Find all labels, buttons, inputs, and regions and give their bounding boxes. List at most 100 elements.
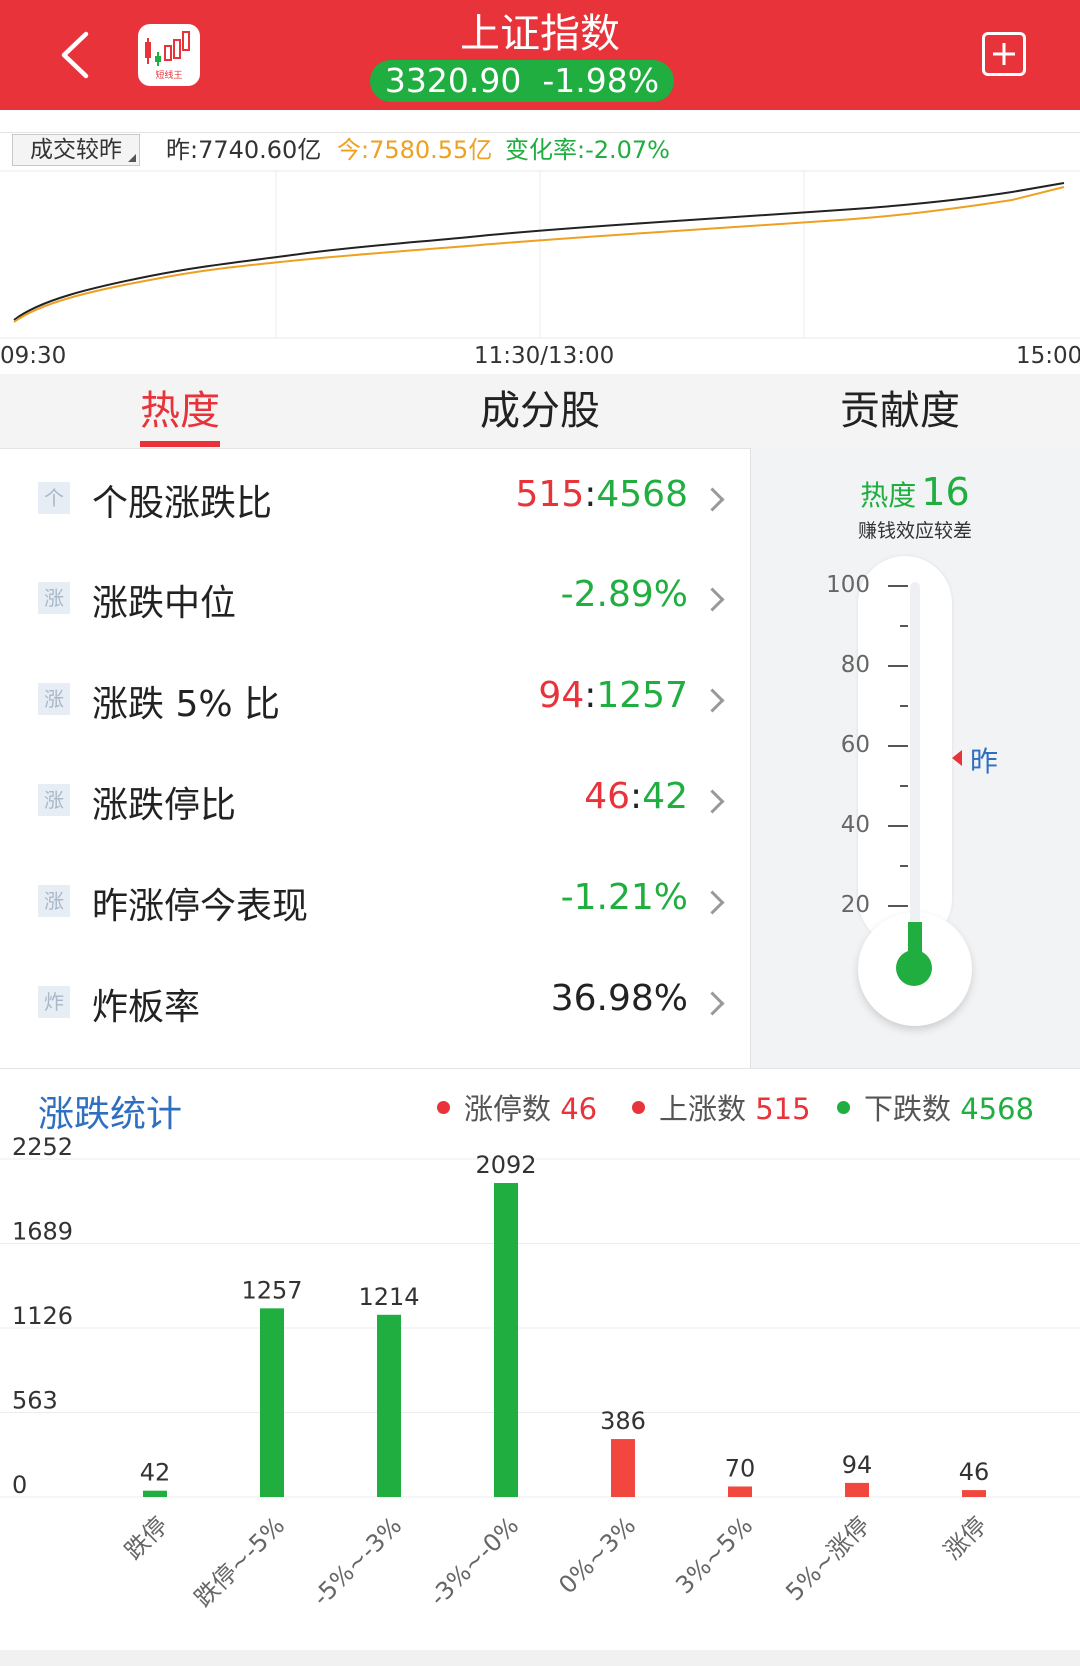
y-tick-label: 1126 (12, 1302, 73, 1330)
bar-value-label: 386 (600, 1407, 646, 1435)
stat-value-up: 94 (538, 675, 585, 716)
thermo-scale-20: 20 (840, 892, 870, 918)
volume-line-chart (0, 170, 1080, 339)
bar (611, 1439, 635, 1497)
stat-icon: 个 (38, 482, 70, 514)
bottom-strip (0, 1650, 1080, 1666)
bar (845, 1482, 869, 1497)
bar (377, 1314, 401, 1497)
bar (728, 1486, 752, 1497)
x-tick-label: 涨停 (939, 1511, 993, 1565)
thermo-scale-100: 100 (826, 572, 870, 598)
x-tick-label: 5%~涨停 (780, 1511, 875, 1606)
stat-value: 46:42 (584, 776, 688, 817)
legend-up: 上涨数 515 (659, 1086, 811, 1128)
list-item[interactable]: 涨 涨跌停比 46:42 (0, 751, 750, 851)
tab-contribution[interactable]: 贡献度 (830, 385, 970, 437)
app-logo[interactable]: 短线王 (138, 24, 200, 86)
section-divider (0, 1068, 1080, 1069)
legend-down: 下跌数 4568 (864, 1086, 1034, 1128)
list-item[interactable]: 涨 涨跌中位 -2.89% (0, 549, 750, 649)
heat-score: 热度 16 (750, 470, 1080, 514)
legend-value: 4568 (960, 1092, 1035, 1126)
y-tick-label: 0 (12, 1471, 27, 1499)
stat-value: 94:1257 (538, 675, 688, 716)
divider (0, 132, 1080, 133)
active-tab-indicator (140, 441, 220, 447)
list-item[interactable]: 炸 炸板率 36.98% (0, 953, 750, 1053)
yesterday-volume-line (13, 182, 1065, 321)
legend-dot-up (632, 1101, 645, 1114)
chevron-right-icon (700, 688, 725, 713)
stat-value: -1.21% (560, 877, 688, 918)
stat-label: 涨跌停比 (92, 785, 237, 826)
thermometer-ticks (888, 585, 908, 907)
bar-value-label: 70 (725, 1454, 756, 1482)
time-label-close: 15:00 (1016, 343, 1080, 369)
stat-label: 个股涨跌比 (92, 483, 273, 524)
stats-list: 个 个股涨跌比 515:4568 涨 涨跌中位 -2.89% 涨 涨跌 5% 比… (0, 448, 750, 1068)
thermo-scale-80: 80 (840, 652, 870, 678)
stat-value: -2.89% (560, 574, 688, 615)
bar-value-label: 2092 (475, 1151, 536, 1179)
back-button[interactable] (48, 20, 108, 90)
stat-icon: 涨 (38, 582, 70, 614)
x-tick-label: -5%~-3% (307, 1511, 407, 1611)
bar (260, 1308, 284, 1497)
tab-heat[interactable]: 热度 (120, 385, 240, 437)
x-tick-label: 跌停~-5% (189, 1511, 290, 1612)
stat-value-separator: : (630, 776, 643, 817)
legend-label: 下跌数 (864, 1092, 952, 1126)
stat-icon: 炸 (38, 986, 70, 1018)
legend-label: 涨停数 (464, 1092, 552, 1126)
chevron-left-icon (61, 31, 89, 79)
bar-value-label: 1257 (241, 1276, 302, 1304)
add-watchlist-button[interactable] (982, 32, 1026, 76)
y-tick-label: 1689 (12, 1218, 73, 1246)
page-title: 上证指数 (460, 11, 620, 57)
volume-change-rate: 变化率:-2.07% (505, 136, 670, 164)
stat-value: 36.98% (550, 978, 688, 1019)
index-change: -1.98% (542, 61, 660, 100)
stat-value-separator: : (584, 675, 597, 716)
time-label-midday: 11:30/13:00 (474, 343, 615, 369)
chevron-right-icon (700, 587, 725, 612)
bar-value-label: 94 (842, 1451, 873, 1479)
list-item[interactable]: 涨 昨涨停今表现 -1.21% (0, 852, 750, 952)
y-tick-label: 563 (12, 1387, 58, 1415)
stat-label: 涨跌中位 (92, 583, 237, 624)
stat-value-down: 4568 (596, 474, 688, 515)
stat-value-up: 515 (515, 474, 585, 515)
time-label-open: 09:30 (0, 343, 67, 369)
legend-label: 上涨数 (659, 1092, 747, 1126)
bar-value-label: 42 (140, 1459, 171, 1487)
list-item[interactable]: 涨 涨跌 5% 比 94:1257 (0, 650, 750, 750)
chevron-right-icon (700, 991, 725, 1016)
stat-value: 515:4568 (516, 474, 688, 515)
stat-icon: 涨 (38, 683, 70, 715)
x-tick-label: 3%~5% (670, 1511, 758, 1599)
stat-icon: 涨 (38, 784, 70, 816)
heat-score-value: 16 (921, 470, 970, 514)
volume-compare-dropdown[interactable]: 成交较昨 (12, 134, 140, 166)
legend-dot-limit-up (437, 1101, 450, 1114)
stat-label: 昨涨停今表现 (92, 886, 309, 927)
chevron-right-icon (700, 789, 725, 814)
bar (494, 1183, 518, 1497)
today-volume-line (13, 186, 1065, 323)
stat-label: 涨跌 5% 比 (92, 684, 280, 725)
legend-dot-down (837, 1101, 850, 1114)
legend-value: 46 (560, 1092, 598, 1126)
tab-constituents[interactable]: 成分股 (470, 385, 610, 437)
volume-today: 今:7580.55亿 (337, 136, 493, 164)
yesterday-marker-icon (952, 750, 962, 766)
stat-label: 炸板率 (92, 987, 201, 1028)
x-tick-label: -3%~-0% (424, 1511, 524, 1611)
thermometer-level-dot (896, 950, 932, 986)
bar (962, 1490, 986, 1497)
bar-value-label: 46 (959, 1458, 990, 1486)
list-item[interactable]: 个 个股涨跌比 515:4568 (0, 448, 750, 548)
chevron-right-icon (700, 487, 725, 512)
legend-limit-up: 涨停数 46 (464, 1086, 597, 1128)
bar (143, 1490, 167, 1497)
